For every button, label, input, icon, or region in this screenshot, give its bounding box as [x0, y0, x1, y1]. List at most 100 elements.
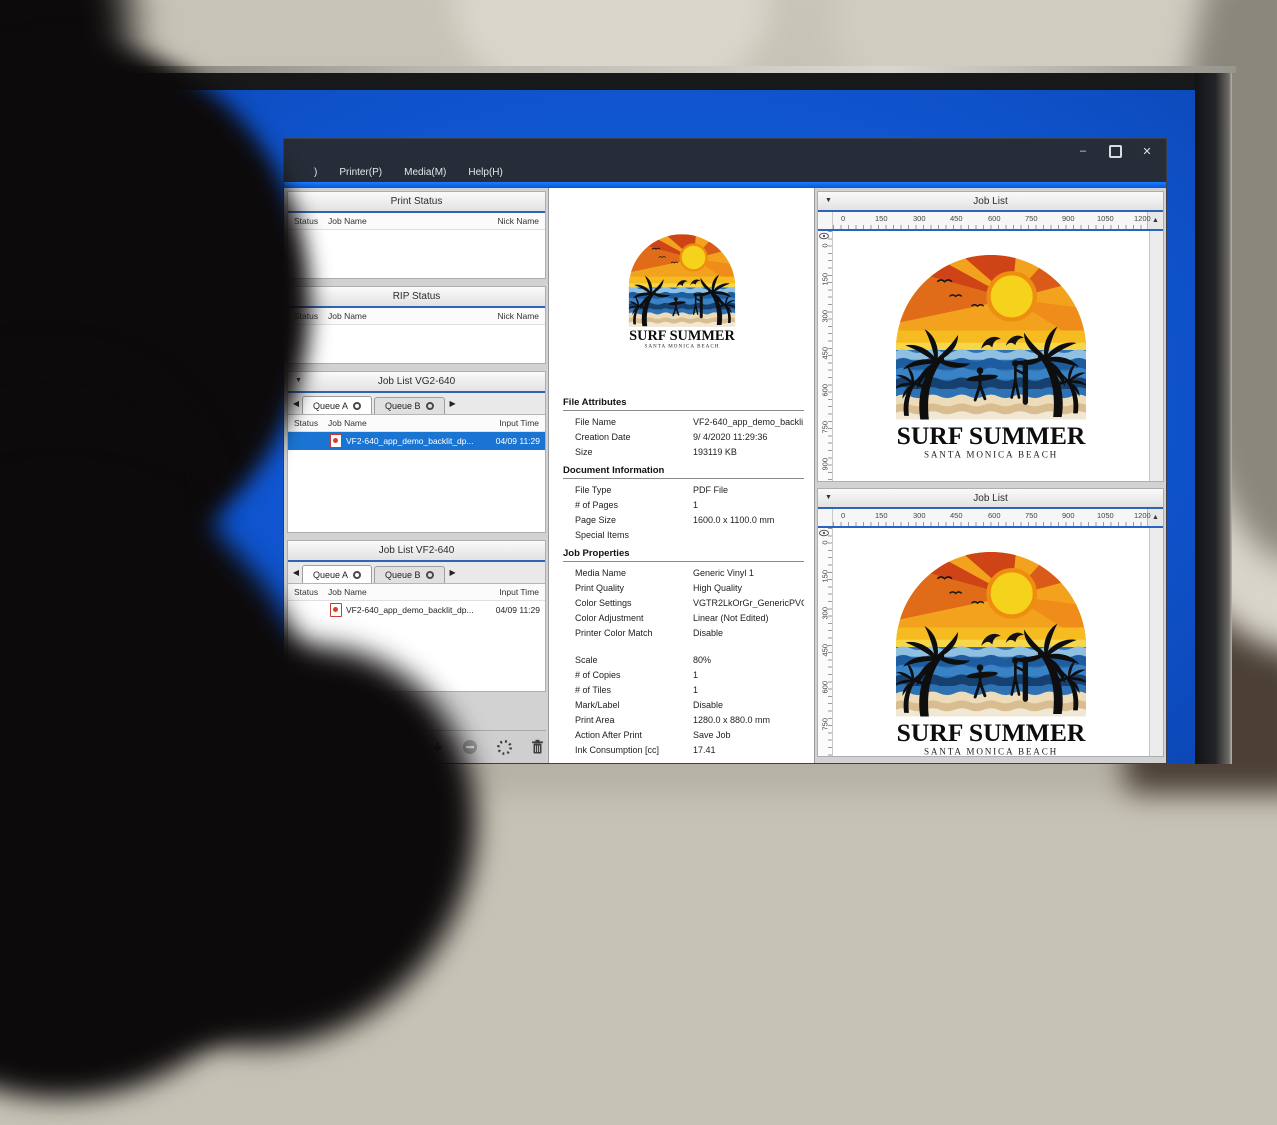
prop-label: Mark/Label	[563, 700, 693, 710]
prop-label: Creation Date	[563, 432, 693, 442]
prop-label: Print Area	[563, 715, 693, 725]
job-properties-section: Job Properties Media NameGeneric Vinyl 1…	[563, 548, 804, 757]
ruler-tick: 450	[821, 348, 830, 360]
prop-row: Scale80%	[563, 652, 804, 667]
ruler-tick: 0	[841, 214, 845, 223]
layout-preview-canvas[interactable]	[833, 528, 1149, 756]
prop-value: 17.41	[693, 745, 804, 755]
prop-value: VGTR2LkOrGr_GenericPVC...	[693, 598, 804, 608]
vertical-scrollbar[interactable]	[1149, 528, 1163, 756]
tab-queue-a[interactable]: Queue A	[302, 396, 372, 414]
ruler-tick: 300	[821, 311, 830, 323]
rip-software-window: – ✕ ) Printer(P) Media(M) Help(H) Print …	[283, 138, 1167, 764]
prop-value: Disable	[693, 700, 804, 710]
ruler-tick: 450	[950, 511, 963, 520]
print-status-columns: Status Job Name Nick Name	[288, 213, 545, 230]
job-list-vf2-header[interactable]: Job List VF2-640	[288, 541, 545, 562]
rip-status-header[interactable]: RIP Status	[288, 287, 545, 308]
prop-value: Linear (Not Edited)	[693, 613, 804, 623]
vertical-ruler: 0 150 300 450 600 750 900	[818, 231, 833, 481]
job-preview-large[interactable]	[869, 530, 1113, 757]
queue-status-icon	[426, 571, 434, 579]
preview-panel-header[interactable]: ▼ Job List	[818, 489, 1163, 509]
job-properties-column: File Attributes File NameVF2-640_app_dem…	[548, 188, 815, 763]
prop-label: Action After Print	[563, 730, 693, 740]
prop-row: Ink Consumption [cc]17.41	[563, 742, 804, 757]
pause-job-button[interactable]	[462, 738, 478, 756]
tab-queue-a-label: Queue A	[313, 570, 348, 580]
tab-queue-b[interactable]: Queue B	[374, 566, 445, 583]
collapse-icon[interactable]: ▼	[825, 494, 832, 501]
ruler-tick: 1200	[1134, 214, 1151, 223]
ruler-tick: 1200	[1134, 511, 1151, 520]
menu-item-clipped[interactable]: )	[314, 165, 326, 180]
ruler-tick: 300	[821, 608, 830, 620]
column-input-time: Input Time	[499, 418, 539, 428]
tab-queue-b-label: Queue B	[385, 570, 421, 580]
delete-job-button[interactable]	[530, 738, 546, 756]
job-preview-large[interactable]	[869, 233, 1113, 467]
prop-row: Print Area1280.0 x 880.0 mm	[563, 712, 804, 727]
column-input-time: Input Time	[499, 587, 539, 597]
minimize-button[interactable]: –	[1072, 143, 1094, 159]
maximize-button[interactable]	[1104, 143, 1126, 159]
print-status-list[interactable]	[288, 230, 545, 278]
prop-value: 1280.0 x 880.0 mm	[693, 715, 804, 725]
vertical-scrollbar[interactable]	[1149, 231, 1163, 481]
prop-row: Creation Date9/ 4/2020 11:29:36	[563, 429, 804, 444]
menu-item-media[interactable]: Media(M)	[395, 165, 455, 180]
tab-scroll-right-icon[interactable]: ▶	[447, 568, 459, 577]
vf2-queue-tabs: ◀ Queue A Queue B ▶	[288, 562, 545, 584]
close-button[interactable]: ✕	[1136, 143, 1158, 159]
rip-status-title: RIP Status	[393, 291, 441, 302]
print-status-header[interactable]: Print Status	[288, 192, 545, 213]
prop-label: Special Items	[563, 530, 693, 540]
preview-panel-title: Job List	[973, 493, 1007, 504]
layout-preview-canvas[interactable]	[833, 231, 1149, 481]
menu-item-printer[interactable]: Printer(P)	[330, 165, 391, 180]
tab-queue-b[interactable]: Queue B	[374, 397, 445, 414]
prop-label: File Name	[563, 417, 693, 427]
prop-label: Page Size	[563, 515, 693, 525]
rip-status-list[interactable]	[288, 325, 545, 363]
column-status: Status	[294, 216, 328, 226]
tab-scroll-right-icon[interactable]: ▶	[447, 399, 459, 408]
print-status-panel: Print Status Status Job Name Nick Name	[287, 191, 546, 279]
ruler-tick: 150	[875, 214, 888, 223]
ruler-tick: 0	[821, 240, 830, 252]
ruler-tick: 150	[821, 274, 830, 286]
tab-scroll-left-icon[interactable]: ◀	[290, 568, 302, 577]
job-row[interactable]: VF2-640_app_demo_backlit_dp... 04/09 11:…	[288, 601, 545, 619]
prop-row: File TypePDF File	[563, 482, 804, 497]
pdf-file-icon	[330, 603, 342, 617]
menu-item-help[interactable]: Help(H)	[459, 165, 511, 180]
ruler-tick: 150	[821, 571, 830, 583]
vg2-queue-tabs: ◀ Queue A Queue B ▶	[288, 393, 545, 415]
prop-row: Media NameGeneric Vinyl 1	[563, 565, 804, 580]
prop-label: Media Name	[563, 568, 693, 578]
preview-panel-title: Job List	[973, 196, 1007, 207]
vf2-columns: Status Job Name Input Time	[288, 584, 545, 601]
print-status-title: Print Status	[391, 196, 443, 207]
preview-panel-header[interactable]: ▼ Job List	[818, 192, 1163, 212]
column-status: Status	[294, 418, 328, 428]
process-job-button[interactable]	[496, 738, 513, 756]
tab-queue-a[interactable]: Queue A	[302, 565, 372, 583]
job-row-selected[interactable]: VF2-640_app_demo_backlit_dp... 04/09 11:…	[288, 432, 545, 450]
column-nick-name: Nick Name	[497, 216, 539, 226]
column-job-name: Job Name	[328, 418, 499, 428]
ruler-tick: 900	[1062, 214, 1075, 223]
prop-row: Mark/LabelDisable	[563, 697, 804, 712]
prop-row: # of Tiles1	[563, 682, 804, 697]
job-list-vf2-title: Job List VF2-640	[379, 545, 455, 556]
collapse-icon[interactable]: ▼	[825, 197, 832, 204]
prop-row: Page Size1600.0 x 1100.0 mm	[563, 512, 804, 527]
prop-row: Print QualityHigh Quality	[563, 580, 804, 595]
prop-value: Save Job	[693, 730, 804, 740]
document-information-section: Document Information File TypePDF File #…	[563, 465, 804, 542]
prop-label: Color Settings	[563, 598, 693, 608]
job-list-vg2-header[interactable]: ▼ Job List VG2-640	[288, 372, 545, 393]
prop-label: Color Adjustment	[563, 613, 693, 623]
prop-label: # of Tiles	[563, 685, 693, 695]
vg2-empty-rows[interactable]	[288, 450, 545, 514]
